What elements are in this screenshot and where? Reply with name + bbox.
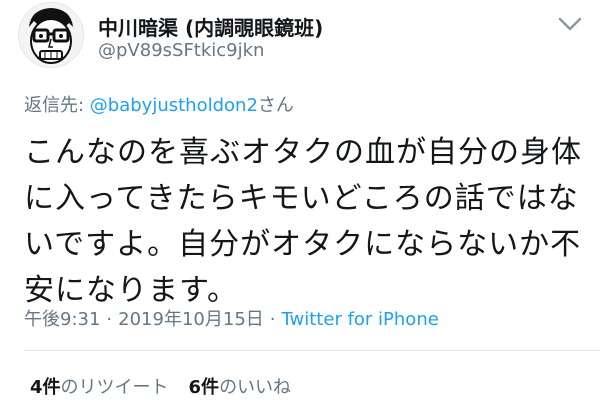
reply-to-suffix: さん bbox=[257, 95, 294, 116]
tweet-date[interactable]: 2019年10月15日 bbox=[118, 309, 264, 330]
reply-to: 返信先: @babyjustholdon2さん bbox=[24, 91, 294, 117]
reply-to-handle-link[interactable]: @babyjustholdon2 bbox=[90, 95, 258, 116]
tweet-text-line: いですよ。自分がオタクにならないか不 bbox=[24, 227, 582, 262]
like-stat[interactable]: 6件のいいね bbox=[189, 377, 292, 398]
tweet-text: こんなのを喜ぶオタクの血が自分の身体 に入ってきたらキモいどころの話ではな いで… bbox=[24, 130, 584, 314]
meta-separator: · bbox=[106, 309, 113, 330]
tweet-text-line: こんなのを喜ぶオタクの血が自分の身体 bbox=[24, 135, 582, 170]
author-handle[interactable]: @pV89sSFtkic9jkn bbox=[98, 40, 264, 61]
retweet-stat[interactable]: 4件のリツイート bbox=[30, 377, 169, 398]
retweet-count: 4件 bbox=[30, 377, 61, 398]
retweet-label: のリツイート bbox=[60, 377, 169, 398]
divider bbox=[24, 350, 600, 351]
author-display-name[interactable]: 中川暗渠 (内調覗眼鏡班) bbox=[98, 12, 323, 41]
avatar[interactable] bbox=[18, 2, 84, 68]
chevron-down-icon[interactable] bbox=[556, 14, 584, 34]
like-label: のいいね bbox=[219, 377, 292, 398]
tweet-text-line: に入ってきたらキモいどころの話ではな bbox=[24, 181, 579, 216]
tweet-detail: 中川暗渠 (内調覗眼鏡班) @pV89sSFtkic9jkn 返信先: @bab… bbox=[0, 0, 600, 413]
tweet-source-link[interactable]: Twitter for iPhone bbox=[282, 309, 439, 330]
tweet-time[interactable]: 午後9:31 bbox=[24, 309, 100, 330]
cartoon-face-avatar-icon bbox=[19, 3, 83, 67]
meta-separator: · bbox=[269, 309, 276, 330]
like-count: 6件 bbox=[188, 377, 220, 398]
tweet-meta: 午後9:31 · 2019年10月15日 · Twitter for iPhone bbox=[24, 305, 439, 331]
reply-to-label: 返信先: bbox=[24, 95, 90, 116]
tweet-stats: 4件のリツイート 6件のいいね bbox=[30, 373, 291, 399]
